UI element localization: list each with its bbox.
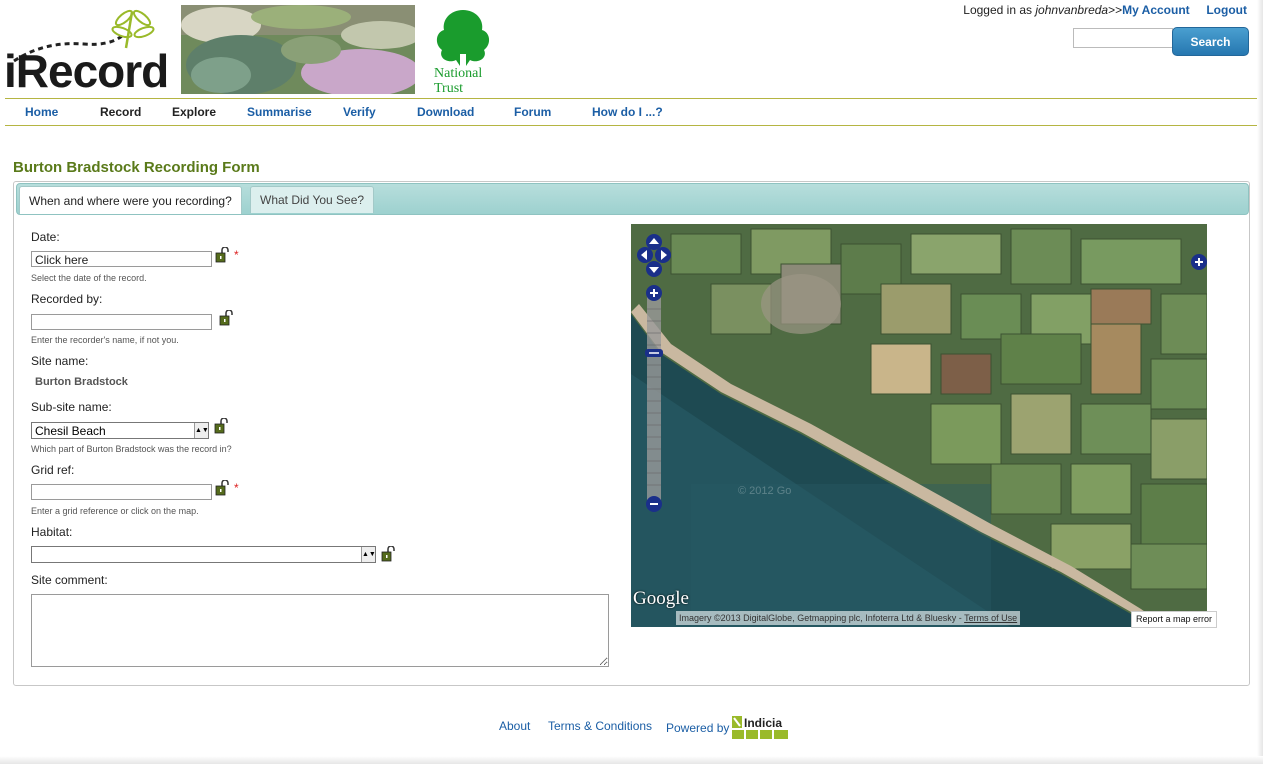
nav-explore[interactable]: Explore (172, 105, 216, 119)
session-bar: Logged in as johnvanbreda>>My Account Lo… (963, 3, 1247, 17)
sub-site-hint: Which part of Burton Bradstock was the r… (31, 444, 232, 454)
lock-icon[interactable] (215, 480, 229, 496)
lock-icon[interactable] (219, 310, 233, 326)
lock-icon[interactable] (214, 418, 228, 434)
sub-site-label: Sub-site name: (31, 400, 112, 414)
logout-link[interactable]: Logout (1206, 3, 1247, 17)
map-watermark: © 2012 Go (738, 485, 792, 497)
terms-of-use-link[interactable]: Terms of Use (964, 613, 1017, 623)
tab-when-where[interactable]: When and where were you recording? (19, 186, 242, 214)
nav-summarise[interactable]: Summarise (247, 105, 312, 119)
nav-verify[interactable]: Verify (343, 105, 376, 119)
sub-site-select[interactable]: Chesil Beach ▲▼ (31, 422, 209, 439)
map-attribution: Imagery ©2013 DigitalGlobe, Getmapping p… (676, 611, 1021, 625)
recorded-by-hint: Enter the recorder's name, if not you. (31, 335, 179, 345)
footer-terms-link[interactable]: Terms & Conditions (548, 719, 652, 733)
search-button[interactable]: Search (1172, 27, 1249, 56)
required-marker: * (234, 248, 239, 262)
attribution-text: Imagery ©2013 DigitalGlobe, Getmapping p… (679, 613, 962, 623)
nav-how-do-i[interactable]: How do I ...? (592, 105, 663, 119)
required-marker: * (234, 481, 239, 495)
map-view[interactable] (631, 224, 1207, 627)
my-account-link[interactable]: My Account (1122, 3, 1190, 17)
google-logo: Google (633, 588, 689, 609)
page-title: Burton Bradstock Recording Form (13, 159, 260, 176)
map-pan-control[interactable] (637, 233, 671, 278)
page-shadow-bottom (0, 756, 1263, 764)
site-name-label: Site name: (31, 354, 89, 368)
indicia-logo[interactable]: Indicia (732, 716, 790, 740)
grid-ref-field[interactable] (31, 484, 212, 500)
date-hint: Select the date of the record. (31, 273, 147, 283)
grid-ref-label: Grid ref: (31, 463, 75, 477)
national-trust-label: National Trust (434, 66, 483, 96)
header-photo (181, 5, 415, 94)
date-label: Date: (31, 230, 60, 244)
nav-forum[interactable]: Forum (514, 105, 551, 119)
habitat-select[interactable]: ▲▼ (31, 546, 376, 563)
main-nav: Home Record Explore Summarise Verify Dow… (5, 98, 1257, 126)
separator: >> (1108, 3, 1123, 17)
logged-in-prefix: Logged in as (963, 3, 1033, 17)
indicia-text: Indicia (744, 716, 782, 730)
lock-icon[interactable] (215, 247, 229, 263)
sub-site-selected: Chesil Beach (35, 424, 106, 438)
recorded-by-field[interactable] (31, 314, 212, 330)
site-comment-textarea[interactable] (31, 594, 609, 667)
username: johnvanbreda (1035, 3, 1109, 17)
footer-about-link[interactable]: About (499, 719, 530, 733)
chevron-down-icon: ▲▼ (194, 423, 209, 438)
lock-icon[interactable] (381, 546, 395, 562)
habitat-label: Habitat: (31, 525, 73, 539)
site-name-value: Burton Bradstock (35, 376, 128, 388)
chevron-down-icon: ▲▼ (361, 547, 376, 562)
map-zoom-control[interactable] (645, 285, 663, 512)
search-input[interactable] (1073, 28, 1173, 48)
site-comment-label: Site comment: (31, 573, 108, 587)
recorded-by-label: Recorded by: (31, 292, 103, 306)
nav-home[interactable]: Home (25, 105, 58, 119)
footer-powered-by: Powered by (666, 721, 730, 735)
page-shadow-right (1257, 0, 1263, 764)
tab-what-did-you-see[interactable]: What Did You See? (250, 186, 375, 213)
nav-record[interactable]: Record (100, 105, 141, 119)
date-field[interactable]: Click here (31, 251, 212, 267)
layer-switcher-plus-icon[interactable] (1191, 254, 1207, 270)
grid-ref-hint: Enter a grid reference or click on the m… (31, 506, 199, 516)
report-map-error-link[interactable]: Report a map error (1131, 611, 1218, 628)
irecord-logo-text: iRecord (4, 45, 169, 97)
nav-download[interactable]: Download (417, 105, 474, 119)
